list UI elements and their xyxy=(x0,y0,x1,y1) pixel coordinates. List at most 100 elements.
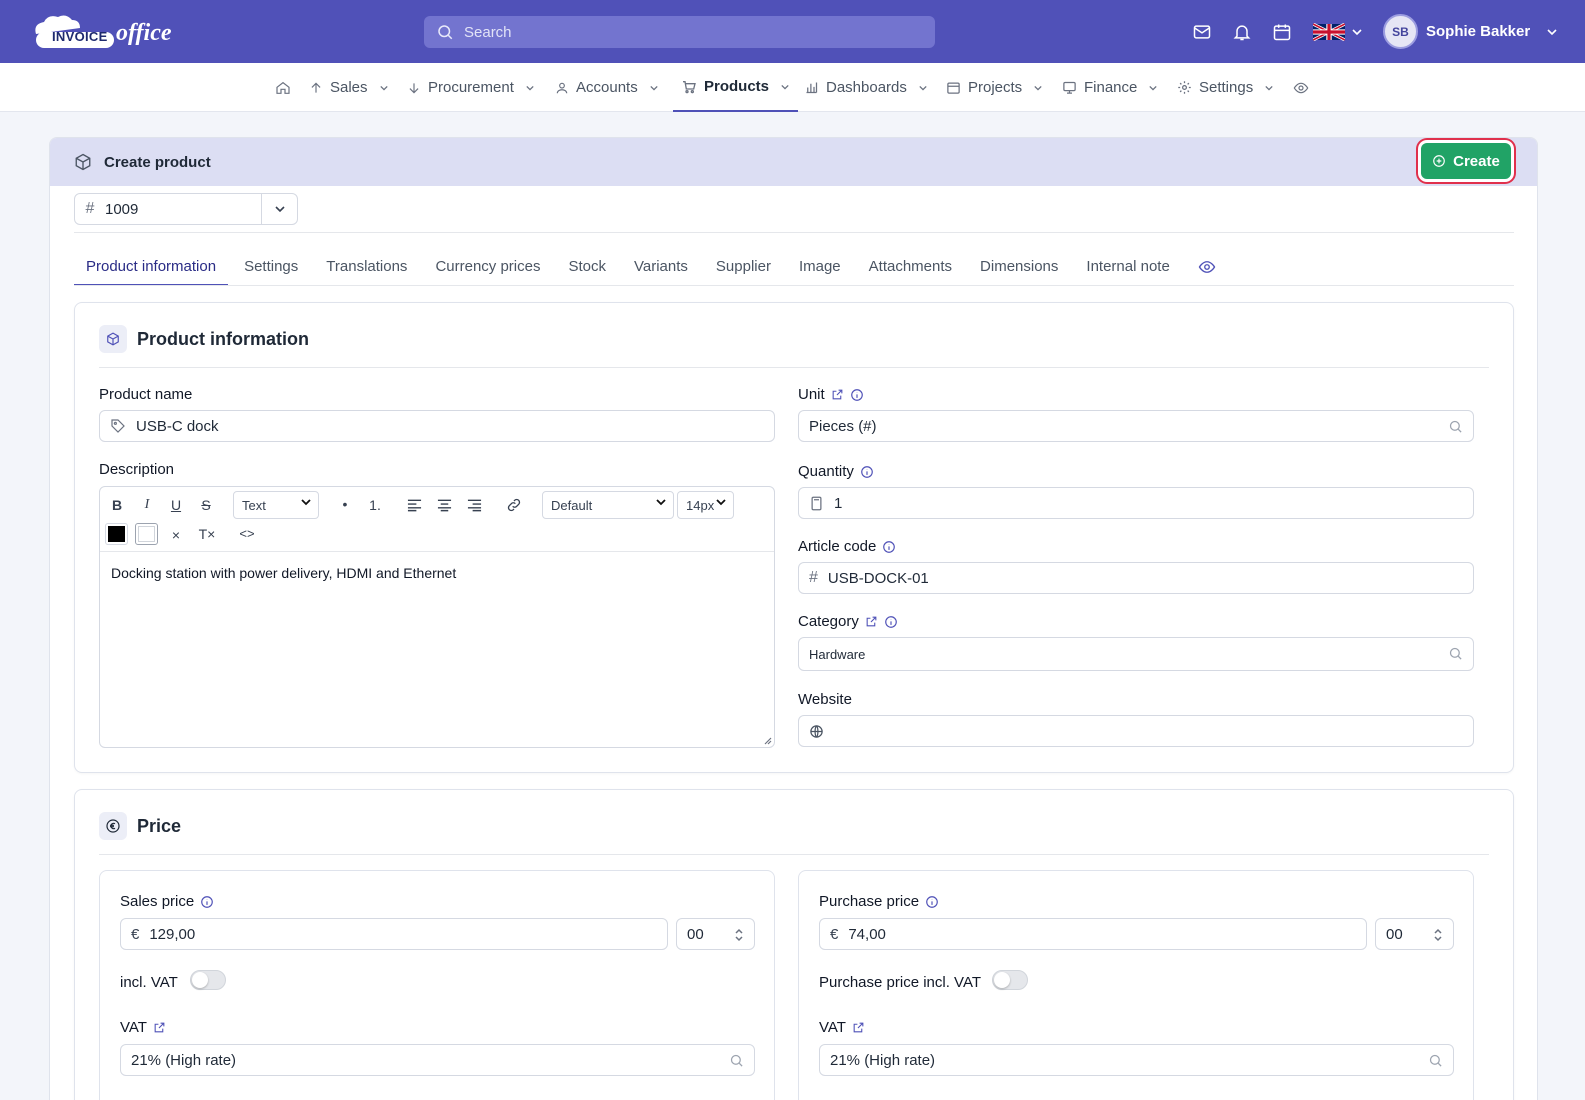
sales-vat-select[interactable]: 21% (High rate) xyxy=(120,1044,755,1076)
logo-text-office: office xyxy=(116,20,172,46)
nav-products[interactable]: Products xyxy=(673,63,799,112)
product-name-input[interactable]: USB-C dock xyxy=(99,410,775,442)
purchase-price-input[interactable]: € 74,00 xyxy=(819,918,1367,950)
nav-visibility[interactable] xyxy=(1293,63,1309,112)
tab-translations[interactable]: Translations xyxy=(314,248,419,286)
search-icon xyxy=(438,25,453,40)
external-link-icon[interactable] xyxy=(831,388,844,401)
language-chevron-down-icon[interactable] xyxy=(1351,27,1363,37)
tab-variants[interactable]: Variants xyxy=(622,248,700,286)
tab-settings[interactable]: Settings xyxy=(232,248,310,286)
tag-icon xyxy=(111,419,125,433)
currency-symbol: € xyxy=(830,925,839,943)
info-icon[interactable] xyxy=(860,465,874,479)
tab-product-information[interactable]: Product information xyxy=(74,248,229,286)
numbered-list-button[interactable]: 1. xyxy=(366,497,384,513)
tab-internal-note[interactable]: Internal note xyxy=(1074,248,1181,286)
align-right-icon[interactable] xyxy=(467,498,482,512)
purchase-incl-vat-toggle[interactable] xyxy=(992,970,1028,990)
create-product-card: Create product Create # 1009 Product inf… xyxy=(49,137,1538,1100)
font-size-value: 14px xyxy=(686,497,715,513)
tab-currency-prices[interactable]: Currency prices xyxy=(423,248,552,286)
chevron-down-icon xyxy=(274,206,285,213)
clear-formatting-button[interactable]: T× xyxy=(196,526,218,542)
calendar-icon xyxy=(947,82,960,94)
info-icon[interactable] xyxy=(925,895,939,909)
info-icon[interactable] xyxy=(882,540,896,554)
uk-flag-icon[interactable] xyxy=(1313,23,1345,41)
website-input[interactable] xyxy=(798,715,1474,747)
tab-image[interactable]: Image xyxy=(787,248,853,286)
link-icon[interactable] xyxy=(506,497,522,513)
nav-dashboards[interactable]: Dashboards xyxy=(804,63,928,112)
format-select[interactable]: Text xyxy=(233,491,319,519)
nav-sales-label: Sales xyxy=(330,79,368,96)
bullet-list-button[interactable]: • xyxy=(336,496,354,512)
description-content[interactable]: Docking station with power delivery, HDM… xyxy=(111,565,456,581)
sales-price-decimals-stepper[interactable]: 00 xyxy=(676,918,755,950)
mail-icon[interactable] xyxy=(1192,22,1212,42)
website-label: Website xyxy=(798,691,852,708)
chevron-down-icon xyxy=(919,85,927,91)
divider xyxy=(74,232,1514,233)
external-link-icon[interactable] xyxy=(153,1021,166,1034)
sales-price-input[interactable]: € 129,00 xyxy=(120,918,668,950)
strikethrough-button[interactable]: S xyxy=(197,497,215,513)
nav-sales[interactable]: Sales xyxy=(309,63,389,112)
nav-finance[interactable]: Finance xyxy=(1062,63,1158,112)
text-color-button[interactable] xyxy=(105,523,128,545)
resize-handle-icon[interactable] xyxy=(764,737,772,745)
create-button[interactable]: Create xyxy=(1421,143,1511,179)
description-label: Description xyxy=(99,461,175,478)
card-header: Create product Create xyxy=(50,138,1537,186)
font-select[interactable]: Default xyxy=(542,491,674,519)
cart-icon xyxy=(683,80,696,93)
unit-select[interactable]: Pieces (#) xyxy=(798,410,1474,442)
italic-button[interactable]: I xyxy=(138,497,156,513)
tab-visibility[interactable] xyxy=(1186,248,1228,286)
tab-attachments[interactable]: Attachments xyxy=(857,248,964,286)
code-view-button[interactable]: <> xyxy=(236,526,258,541)
info-icon[interactable] xyxy=(850,388,864,402)
product-number-select[interactable]: # 1009 xyxy=(74,193,298,225)
quantity-input[interactable]: 1 xyxy=(798,487,1474,519)
align-left-icon[interactable] xyxy=(407,498,422,512)
info-icon[interactable] xyxy=(884,615,898,629)
purchase-price-decimals-stepper[interactable]: 00 xyxy=(1375,918,1454,950)
purchase-price-value: 74,00 xyxy=(848,925,886,943)
tab-supplier[interactable]: Supplier xyxy=(704,248,783,286)
nav-projects[interactable]: Projects xyxy=(946,63,1043,112)
product-number-dropdown[interactable] xyxy=(261,194,297,224)
bold-button[interactable]: B xyxy=(108,497,126,513)
nav-procurement[interactable]: Procurement xyxy=(407,63,535,112)
nav-settings[interactable]: Settings xyxy=(1177,63,1274,112)
bell-icon[interactable] xyxy=(1232,22,1252,42)
background-color-button[interactable] xyxy=(135,523,158,545)
article-code-input[interactable]: # USB-DOCK-01 xyxy=(798,562,1474,594)
external-link-icon[interactable] xyxy=(865,615,878,628)
unit-label: Unit xyxy=(798,386,864,403)
remove-color-button[interactable]: × xyxy=(168,527,184,543)
category-select[interactable]: Hardware xyxy=(798,637,1474,671)
price-title: Price xyxy=(137,815,182,836)
underline-button[interactable]: U xyxy=(167,497,185,513)
search-input[interactable]: Search xyxy=(424,16,935,48)
sales-vat-value: 21% (High rate) xyxy=(131,1051,237,1069)
product-name-value: USB-C dock xyxy=(136,417,219,435)
calendar-icon[interactable] xyxy=(1272,22,1292,42)
nav-home[interactable] xyxy=(275,63,291,112)
tab-dimensions[interactable]: Dimensions xyxy=(968,248,1070,286)
user-menu[interactable]: SB Sophie Bakker xyxy=(1383,14,1558,49)
info-icon[interactable] xyxy=(200,895,214,909)
font-size-select[interactable]: 14px xyxy=(677,491,734,519)
incl-vat-toggle[interactable] xyxy=(190,970,226,990)
quantity-label: Quantity xyxy=(798,463,874,480)
external-link-icon[interactable] xyxy=(852,1021,865,1034)
purchase-vat-select[interactable]: 21% (High rate) xyxy=(819,1044,1454,1076)
globe-icon xyxy=(810,724,823,738)
nav-accounts[interactable]: Accounts xyxy=(555,63,659,112)
align-center-icon[interactable] xyxy=(437,498,452,512)
nav-settings-label: Settings xyxy=(1199,79,1254,96)
tab-stock[interactable]: Stock xyxy=(556,248,618,286)
invoice-office-logo[interactable]: INVOICE office xyxy=(32,14,177,50)
